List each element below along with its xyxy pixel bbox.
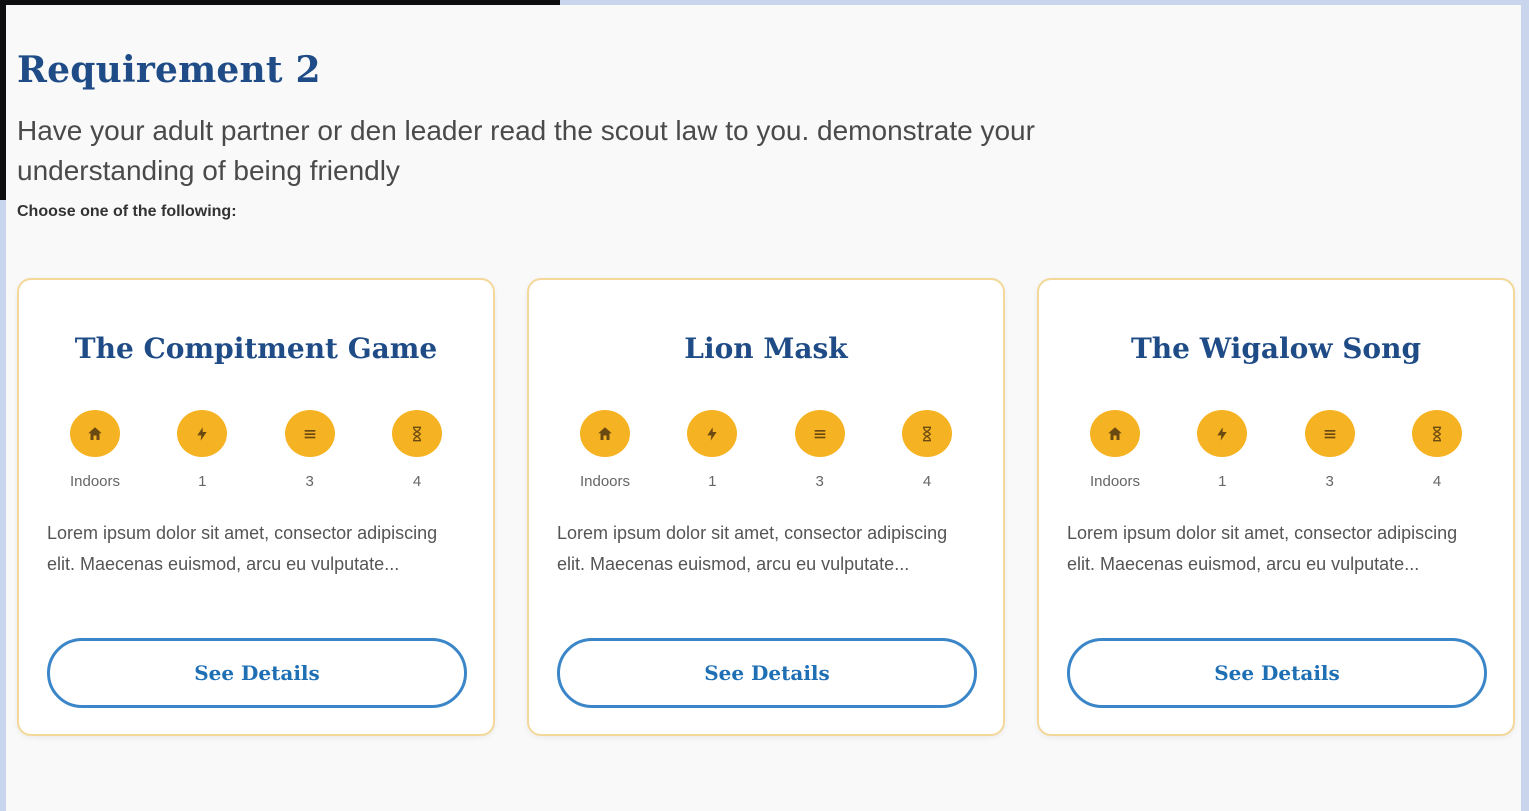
stat-supplies: 3 [270, 410, 350, 490]
stat-label: 3 [1325, 473, 1334, 490]
hourglass-icon [901, 410, 952, 457]
stat-label: Indoors [1089, 473, 1141, 490]
stat-supplies: 3 [780, 410, 860, 490]
stat-label: 4 [412, 473, 422, 490]
see-details-button[interactable]: See Details [47, 638, 467, 708]
stat-time: 4 [377, 410, 457, 490]
stat-label: 4 [922, 473, 932, 490]
hourglass-icon [391, 410, 442, 457]
stat-location: Indoors [1075, 410, 1155, 490]
stat-time: 4 [1397, 410, 1477, 490]
stat-label: 1 [1218, 473, 1227, 490]
lightning-icon [177, 410, 228, 457]
card-description: Lorem ipsum dolor sit amet, consector ad… [47, 523, 438, 574]
lightning-icon [1197, 410, 1248, 457]
activity-card: The Compitment Game Indoors 1 3 4 Lorem … [17, 278, 495, 736]
home-icon [1090, 410, 1140, 457]
card-title: Lion Mask [684, 332, 848, 365]
stat-location: Indoors [55, 410, 135, 490]
list-icon [284, 410, 335, 457]
list-icon [794, 410, 845, 457]
requirement-page: Requirement 2 Have your adult partner or… [6, 5, 1521, 811]
stat-label: Indoors [69, 473, 121, 490]
activity-card: The Wigalow Song Indoors 1 3 4 Lorem ips… [1037, 278, 1515, 736]
activity-card: Lion Mask Indoors 1 3 4 Lorem ipsum dolo… [527, 278, 1005, 736]
stat-label: 4 [1432, 473, 1442, 490]
card-title: The Compitment Game [74, 332, 438, 365]
requirement-description: Have your adult partner or den leader re… [17, 115, 1035, 186]
card-title: The Wigalow Song [1130, 332, 1422, 365]
stat-label: 1 [708, 473, 717, 490]
stat-label: 1 [198, 473, 207, 490]
see-details-button[interactable]: See Details [557, 638, 977, 708]
see-details-button[interactable]: See Details [1067, 638, 1487, 708]
home-icon [70, 410, 120, 457]
activity-stats: Indoors 1 3 4 [565, 410, 967, 490]
card-description: Lorem ipsum dolor sit amet, consector ad… [1067, 523, 1458, 574]
stat-label: Indoors [579, 473, 631, 490]
lightning-icon [687, 410, 738, 457]
stat-time: 4 [887, 410, 967, 490]
stat-location: Indoors [565, 410, 645, 490]
stat-energy: 1 [162, 410, 242, 490]
card-description: Lorem ipsum dolor sit amet, consector ad… [557, 523, 948, 574]
choose-label: Choose one of the following: [17, 203, 237, 220]
stat-energy: 1 [672, 410, 752, 490]
stat-label: 3 [305, 473, 314, 490]
requirement-title: Requirement 2 [17, 49, 321, 91]
hourglass-icon [1411, 410, 1462, 457]
list-icon [1304, 410, 1355, 457]
stat-label: 3 [815, 473, 824, 490]
activity-stats: Indoors 1 3 4 [55, 410, 457, 490]
home-icon [580, 410, 630, 457]
stat-supplies: 3 [1290, 410, 1370, 490]
stat-energy: 1 [1182, 410, 1262, 490]
activity-stats: Indoors 1 3 4 [1075, 410, 1477, 490]
